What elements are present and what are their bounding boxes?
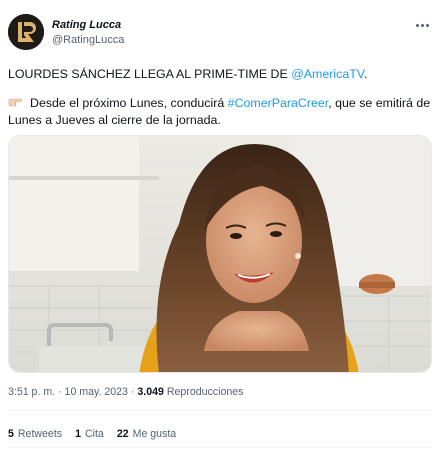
tweet-headline-end: .: [363, 67, 368, 81]
tweet-card: Rating Lucca @RatingLucca LOURDES SÁNCHE…: [0, 0, 439, 449]
hashtag-link[interactable]: #ComerParaCreer: [228, 96, 329, 110]
retweets-stat[interactable]: 5 Retweets: [8, 428, 62, 440]
backhand-index-pointing-right-icon: [8, 98, 22, 107]
quotes-count: 1: [75, 428, 81, 440]
mention-link[interactable]: @AmericaTV: [291, 67, 364, 81]
quotes-stat[interactable]: 1 Cita: [75, 428, 104, 440]
tweet-date[interactable]: 10 may. 2023: [65, 386, 128, 398]
tweet-meta: 3:51 p. m. · 10 may. 2023 · 3.049 Reprod…: [8, 386, 243, 398]
avatar[interactable]: [8, 14, 44, 50]
tweet-body-pre: Desde el próximo Lunes, conducirá: [30, 96, 228, 110]
tweet-text-line-3: Lunes a Jueves al cierre de la jornada.: [8, 113, 221, 127]
quotes-label: Cita: [84, 428, 104, 440]
likes-stat[interactable]: 22 Me gusta: [117, 428, 176, 440]
divider: [8, 447, 432, 448]
divider: [8, 410, 432, 411]
tweet-time[interactable]: 3:51 p. m.: [8, 386, 55, 398]
engagement-stats: 5 Retweets 1 Cita 22 Me gusta: [8, 428, 176, 440]
portrait-image: [9, 136, 431, 372]
meta-separator: ·: [130, 386, 135, 398]
author-handle[interactable]: @RatingLucca: [52, 34, 124, 46]
tweet-headline: LOURDES SÁNCHEZ LLEGA AL PRIME-TIME DE: [8, 67, 292, 81]
retweets-count: 5: [8, 428, 14, 440]
author-name[interactable]: Rating Lucca: [52, 19, 121, 31]
tweet-text-line-2: Desde el próximo Lunes, conducirá #Comer…: [8, 95, 430, 112]
tweet-photo[interactable]: [8, 135, 432, 373]
retweets-label: Retweets: [17, 428, 63, 440]
tweet-body-post: , que se emitirá de: [328, 96, 431, 110]
tweet-text-line-1: LOURDES SÁNCHEZ LLEGA AL PRIME-TIME DE @…: [8, 66, 367, 83]
likes-count: 22: [116, 428, 129, 440]
likes-label: Me gusta: [132, 428, 177, 440]
meta-separator: ·: [58, 386, 62, 398]
views-label: Reproducciones: [166, 386, 244, 398]
lr-logo-icon: [8, 14, 44, 50]
views-count: 3.049: [137, 386, 164, 398]
more-dots-icon[interactable]: [413, 18, 431, 32]
